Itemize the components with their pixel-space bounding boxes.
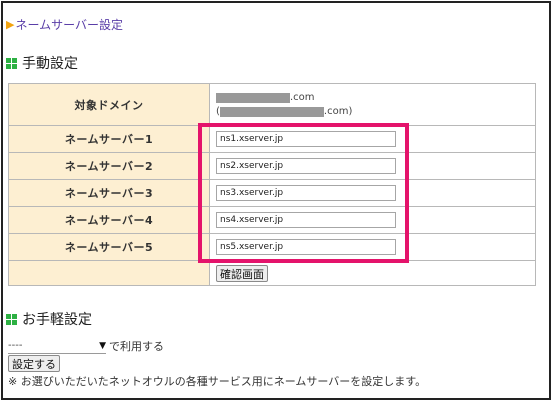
nameserver-2-label: ネームサーバー2 (8, 152, 210, 180)
redacted-domain-alt (219, 106, 324, 117)
table-row: 対象ドメイン .com ( .com) (8, 83, 536, 126)
select-suffix-label: で利用する (109, 340, 164, 353)
easy-section-heading: お手軽設定 (6, 309, 92, 329)
empty-label-cell (8, 260, 210, 286)
domain-value: .com ( .com) (209, 83, 536, 126)
note-text: ※ お選びいただいたネットオウルの各種サービス用にネームサーバーを設定します。 (8, 375, 427, 388)
redacted-domain (216, 92, 290, 103)
table-row: 確認画面 (8, 260, 536, 286)
easy-section-title: お手軽設定 (22, 312, 92, 328)
easy-select-row: ---- ▼ で利用する (8, 338, 164, 354)
grid-icon (6, 57, 17, 69)
nameserver-4-label: ネームサーバー4 (8, 206, 210, 234)
highlight-box (198, 123, 409, 263)
domain-label: 対象ドメイン (8, 83, 210, 126)
set-button[interactable]: 設定する (8, 355, 60, 372)
breadcrumb[interactable]: ▶ ネームサーバー設定 (6, 16, 123, 33)
service-select-value: ---- (8, 340, 23, 351)
grid-icon (6, 313, 17, 325)
nameserver-3-label: ネームサーバー3 (8, 179, 210, 207)
arrow-right-icon: ▶ (6, 18, 15, 31)
service-select[interactable]: ---- ▼ (8, 339, 106, 354)
breadcrumb-label[interactable]: ネームサーバー設定 (15, 16, 123, 33)
domain-paren-suffix: .com) (323, 106, 353, 117)
nameserver-1-label: ネームサーバー1 (8, 125, 210, 153)
confirm-button[interactable]: 確認画面 (216, 264, 268, 282)
nameserver-5-label: ネームサーバー5 (8, 233, 210, 261)
manual-section-title: 手動設定 (22, 56, 78, 72)
manual-section-heading: 手動設定 (6, 53, 78, 73)
chevron-down-icon: ▼ (99, 340, 106, 351)
domain-suffix: .com (290, 92, 315, 103)
